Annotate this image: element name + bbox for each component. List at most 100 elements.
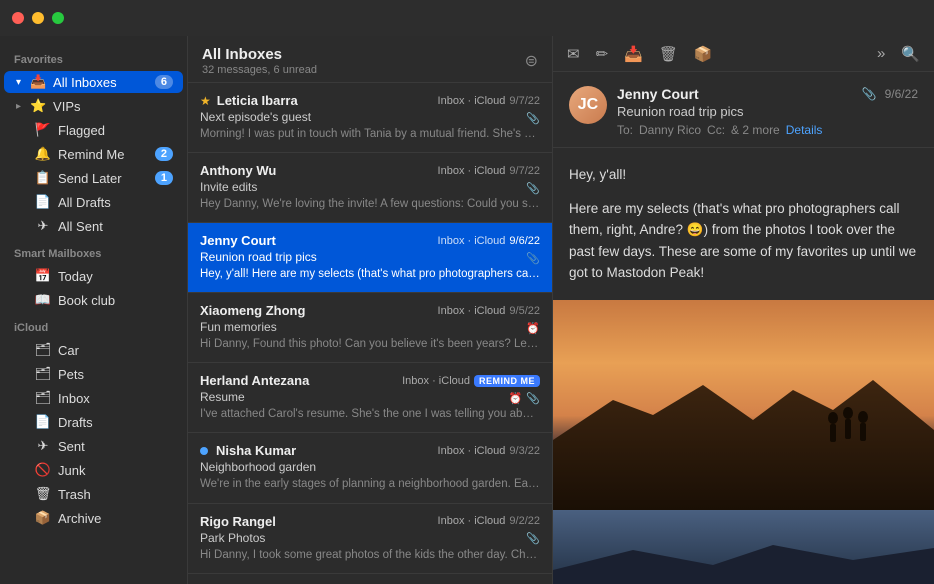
folder-icon: 🗂 [34, 342, 52, 358]
archive-toolbar-icon[interactable]: 📥 [624, 45, 643, 63]
sidebar-item-car[interactable]: 🗂 Car [4, 339, 183, 361]
unread-badge: 2 [155, 147, 173, 161]
message-subject: Next episode's guest [200, 110, 311, 124]
clock-icon: ⏰ [526, 322, 540, 335]
detail-toolbar: ✉ ✏ 📥 🗑 📦 » 🔍 [553, 36, 934, 72]
search-icon[interactable]: 🔍 [901, 45, 920, 63]
sidebar-item-label: Sent [58, 439, 173, 454]
message-subject: Park Photos [200, 531, 265, 545]
attachment-icon: 📎 [526, 112, 540, 125]
message-preview: Hi Danny, I took some great photos of th… [200, 547, 540, 563]
titlebar [0, 0, 934, 36]
inbox-icon: 📥 [29, 74, 47, 90]
sidebar-item-label: Trash [58, 487, 173, 502]
message-date: 9/6/22 [509, 235, 540, 247]
maximize-button[interactable] [52, 12, 64, 24]
message-preview: Hi Danny, Found this photo! Can you beli… [200, 336, 540, 352]
sidebar-item-vips[interactable]: ▸ ⭐ VIPs [4, 95, 183, 117]
archive-icon: 📦 [34, 510, 52, 526]
move-icon[interactable]: 📦 [694, 45, 713, 63]
message-sender: Nisha Kumar [216, 443, 296, 458]
smart-mailboxes-section-label: Smart Mailboxes [0, 238, 187, 264]
email-header: JC Jenny Court 📎 9/6/22 Reunion road tri… [553, 72, 934, 148]
folder-icon: 🗂 [34, 390, 52, 406]
message-list-title: All Inboxes [202, 46, 317, 63]
flag-icon: 🚩 [34, 122, 52, 138]
message-mailbox: Inbox · iCloud [438, 445, 506, 457]
to-label: To: [617, 123, 633, 137]
message-subject: Resume [200, 390, 245, 404]
sidebar-item-all-drafts[interactable]: 📄 All Drafts [4, 191, 183, 213]
message-item[interactable]: ★ Leticia Ibarra Inbox · iCloud 9/7/22 N… [188, 83, 552, 153]
email-date: 9/6/22 [885, 87, 918, 101]
sidebar-item-junk[interactable]: 🚫 Junk [4, 459, 183, 481]
detail-content: JC Jenny Court 📎 9/6/22 Reunion road tri… [553, 72, 934, 584]
message-list-subtitle: 32 messages, 6 unread [202, 64, 317, 76]
sidebar-item-flagged[interactable]: 🚩 Flagged [4, 119, 183, 141]
delete-icon[interactable]: 🗑 [659, 45, 678, 63]
sidebar-item-sent[interactable]: ✈ Sent [4, 435, 183, 457]
new-message-icon[interactable]: ✉ [567, 45, 580, 63]
more-icon[interactable]: » [877, 45, 885, 62]
message-item[interactable]: Anthony Wu Inbox · iCloud 9/7/22 Invite … [188, 153, 552, 223]
close-button[interactable] [12, 12, 24, 24]
chevron-icon: ▸ [16, 101, 21, 112]
clock-icon: 📋 [34, 170, 52, 186]
minimize-button[interactable] [32, 12, 44, 24]
star-icon: ★ [200, 94, 211, 108]
message-sender: Leticia Ibarra [217, 93, 298, 108]
chevron-icon: ▾ [16, 77, 21, 88]
sidebar-item-label: Junk [58, 463, 173, 478]
message-item[interactable]: Xiaomeng Zhong Inbox · iCloud 9/5/22 Fun… [188, 293, 552, 363]
folder-icon: 🗂 [34, 366, 52, 382]
unread-badge: 6 [155, 75, 173, 89]
sidebar-item-remind-me[interactable]: 🔔 Remind Me 2 [4, 143, 183, 165]
sidebar-item-archive[interactable]: 📦 Archive [4, 507, 183, 529]
sidebar-item-pets[interactable]: 🗂 Pets [4, 363, 183, 385]
sidebar-item-label: Today [58, 269, 173, 284]
message-subject: Neighborhood garden [200, 460, 540, 474]
sidebar-item-label: All Sent [58, 219, 173, 234]
message-preview: Morning! I was put in touch with Tania b… [200, 126, 540, 142]
message-mailbox: Inbox · iCloud [438, 95, 506, 107]
draft-icon: 📄 [34, 414, 52, 430]
sidebar-item-today[interactable]: 📅 Today [4, 265, 183, 287]
message-item[interactable]: Herland Antezana Inbox · iCloud REMIND M… [188, 363, 552, 433]
filter-icon[interactable]: ⊜ [525, 51, 538, 71]
details-link[interactable]: Details [786, 123, 823, 137]
message-list: All Inboxes 32 messages, 6 unread ⊜ ★ Le… [188, 36, 553, 584]
sidebar-item-book-club[interactable]: 📖 Book club [4, 289, 183, 311]
icloud-section-label: iCloud [0, 312, 187, 338]
sent-icon: ✈ [34, 438, 52, 454]
sidebar-item-inbox[interactable]: 🗂 Inbox [4, 387, 183, 409]
calendar-icon: 📅 [34, 268, 52, 284]
sidebar-item-label: Archive [58, 511, 173, 526]
sidebar-item-drafts[interactable]: 📄 Drafts [4, 411, 183, 433]
sidebar-item-label: Book club [58, 293, 173, 308]
attachment-icon: 📎 [862, 87, 877, 101]
book-icon: 📖 [34, 292, 52, 308]
sidebar-item-send-later[interactable]: 📋 Send Later 1 [4, 167, 183, 189]
sidebar-item-label: Inbox [58, 391, 173, 406]
to-address: Danny Rico [639, 123, 701, 137]
sidebar-item-all-sent[interactable]: ✈ All Sent [4, 215, 183, 237]
message-item[interactable]: Nisha Kumar Inbox · iCloud 9/3/22 Neighb… [188, 433, 552, 503]
message-subject: Invite edits [200, 180, 257, 194]
message-item[interactable]: Rigo Rangel Inbox · iCloud 9/2/22 Park P… [188, 504, 552, 574]
clock-icon: ⏰ [509, 392, 523, 405]
message-mailbox: Inbox · iCloud [438, 515, 506, 527]
body-paragraph: Here are my selects (that's what pro pho… [569, 198, 918, 284]
trash-icon: 🗑 [34, 486, 52, 502]
sidebar-item-all-inboxes[interactable]: ▾ 📥 All Inboxes 6 [4, 71, 183, 93]
message-sender: Herland Antezana [200, 373, 309, 388]
compose-icon[interactable]: ✏ [596, 45, 609, 63]
message-preview: Hey, y'all! Here are my selects (that's … [200, 266, 540, 282]
message-sender: Anthony Wu [200, 163, 276, 178]
message-sender: Xiaomeng Zhong [200, 303, 305, 318]
message-list-header: All Inboxes 32 messages, 6 unread ⊜ [188, 36, 552, 83]
favorites-section-label: Favorites [0, 44, 187, 70]
sidebar-item-trash[interactable]: 🗑 Trash [4, 483, 183, 505]
attachment-icon: 📎 [526, 392, 540, 405]
sidebar-item-label: Pets [58, 367, 173, 382]
message-item-selected[interactable]: Jenny Court Inbox · iCloud 9/6/22 Reunio… [188, 223, 552, 293]
